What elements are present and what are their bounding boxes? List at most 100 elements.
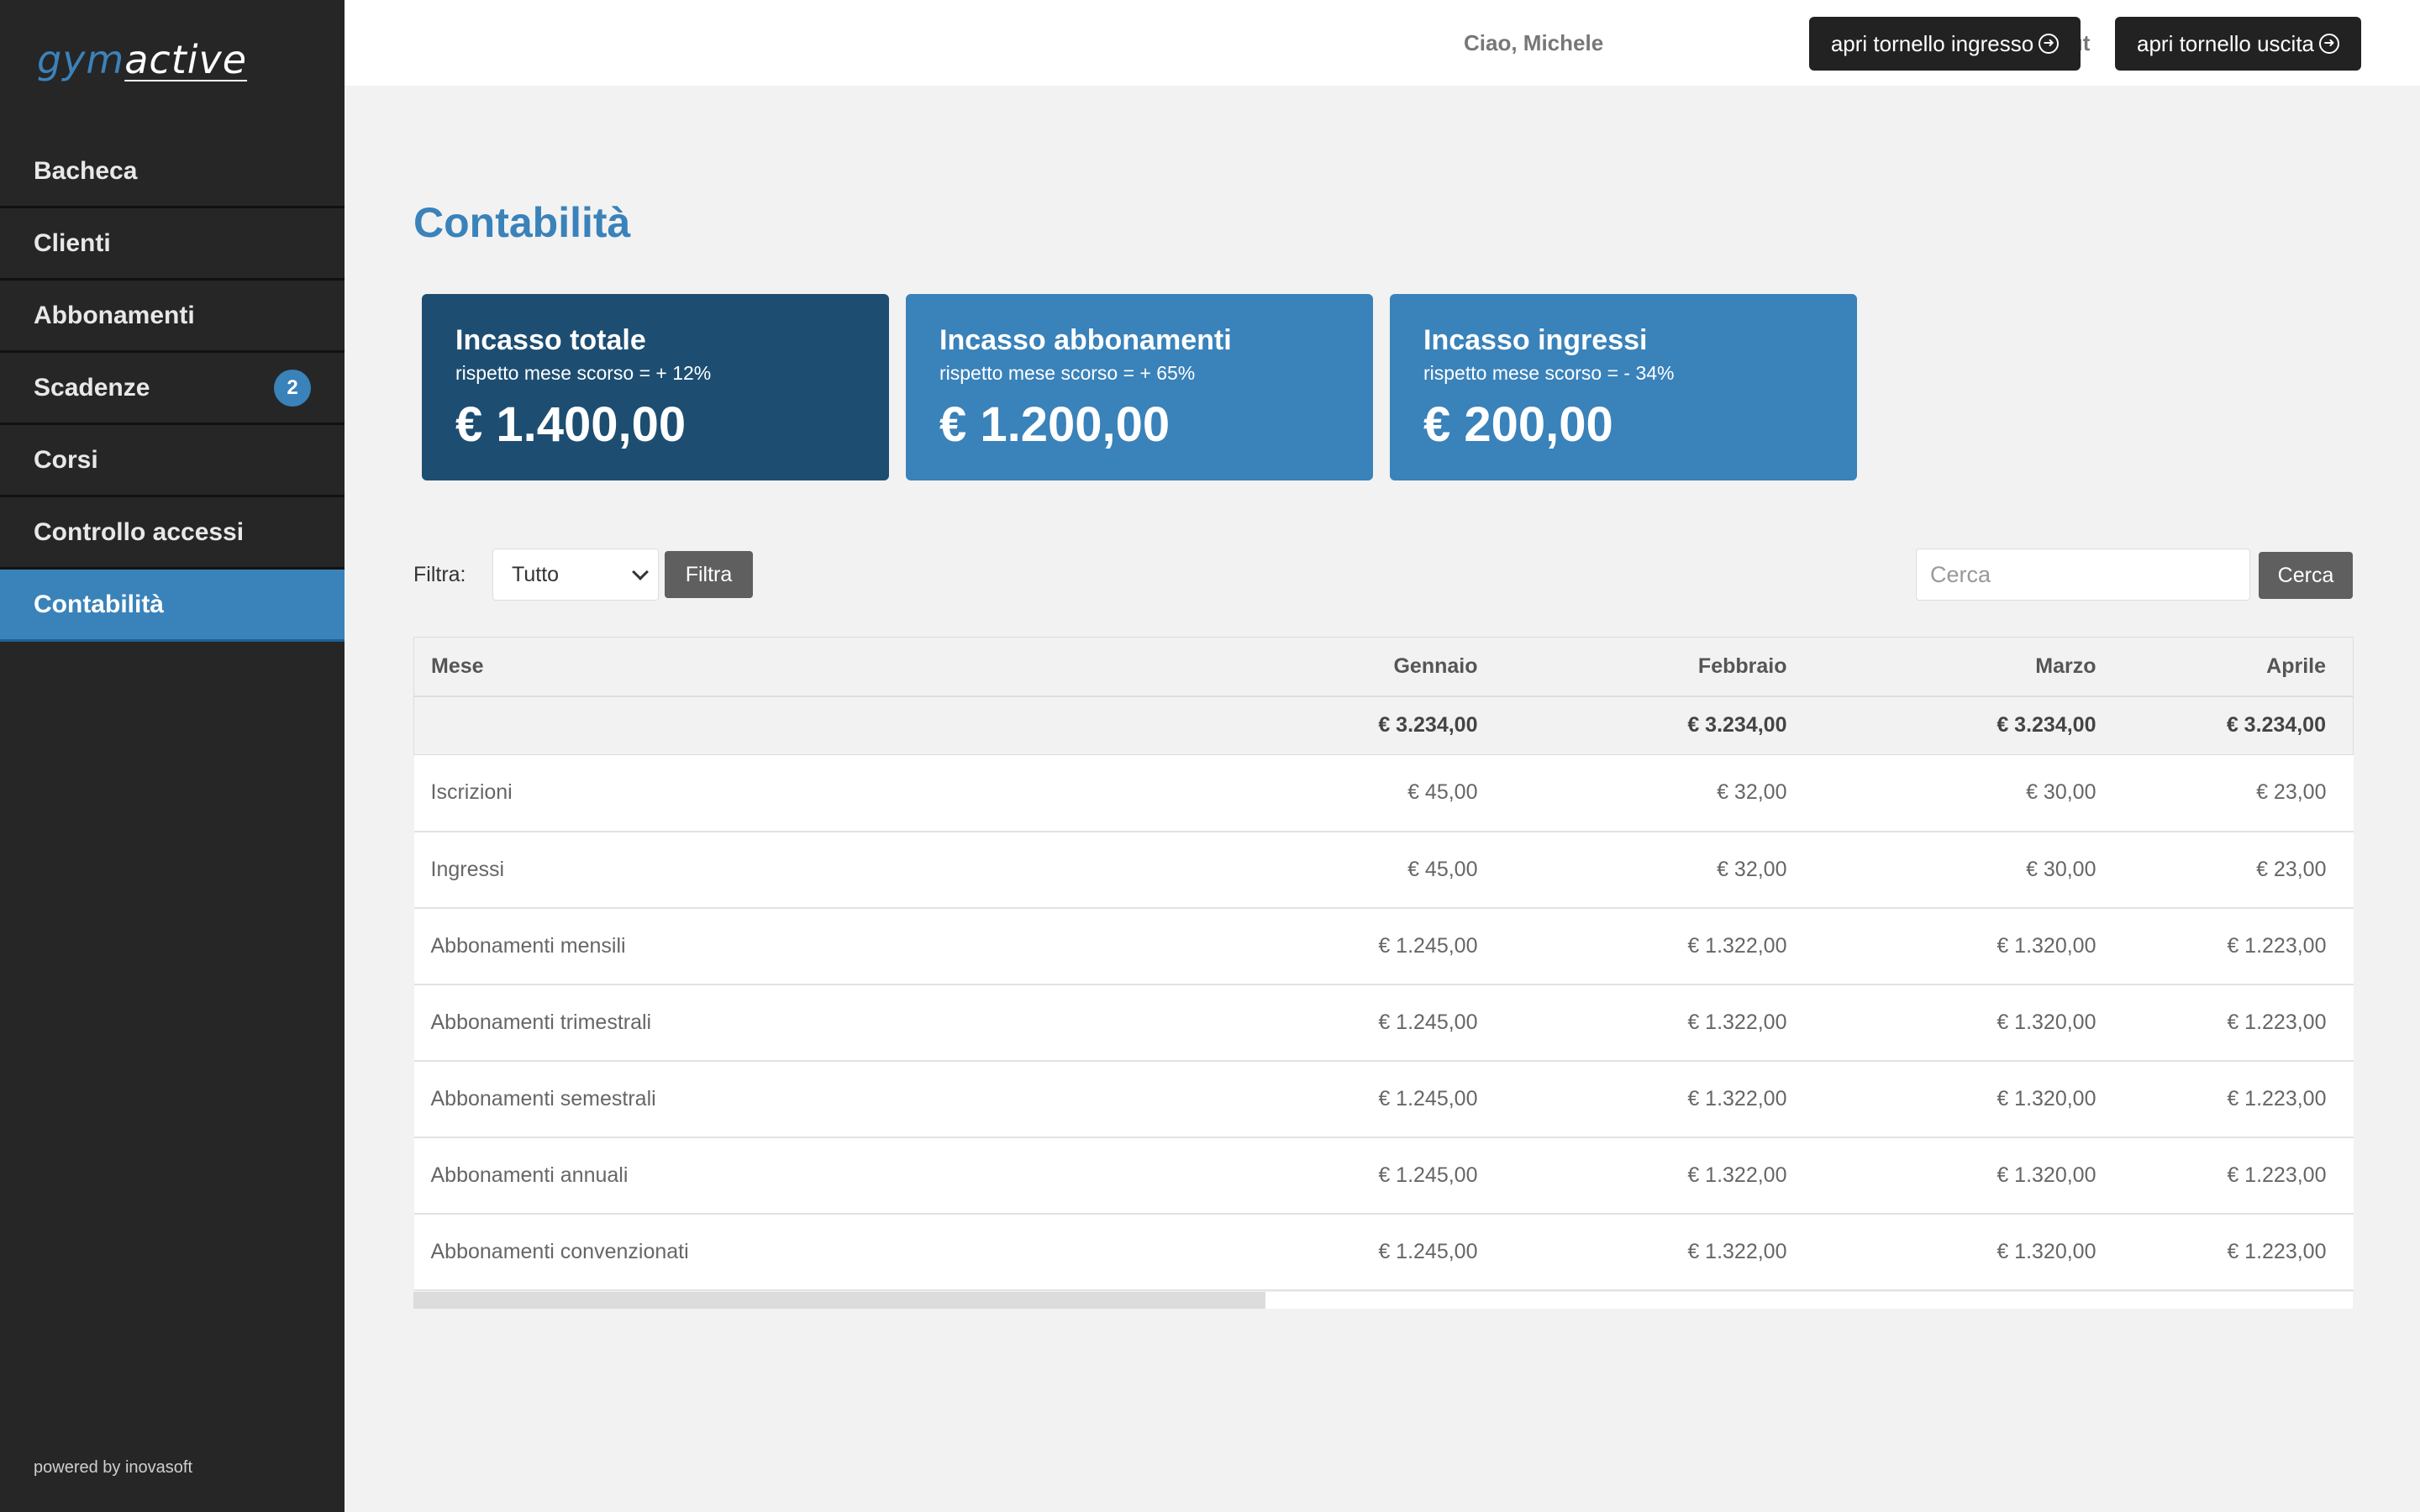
sidebar-item-bacheca[interactable]: Bacheca (0, 136, 345, 208)
sidebar-item-contabilita[interactable]: Contabilità (0, 570, 345, 642)
table-cell: € 1.223,00 (2227, 1086, 2327, 1110)
card-incasso-totale: Incasso totale rispetto mese scorso = + … (422, 294, 889, 480)
table-cell: Abbonamenti trimestrali (430, 1010, 652, 1034)
sidebar-item-label: Scadenze (34, 373, 150, 402)
table-cell: Abbonamenti mensili (430, 933, 626, 958)
column-header[interactable]: Mese (414, 638, 1181, 696)
column-header[interactable]: Gennaio (1181, 638, 1505, 696)
table-row: Abbonamenti semestrali € 1.245,00 € 1.32… (413, 1060, 2354, 1137)
table-cell: € 32,00 (1717, 780, 1787, 805)
table-cell: € 1.322,00 (1687, 1239, 1787, 1263)
table-cell: € 3.234,00 (2226, 713, 2326, 738)
table-cell: € 1.245,00 (1378, 1010, 1478, 1034)
logo-text-active: active (124, 37, 248, 82)
table-cell: € 1.245,00 (1378, 933, 1478, 958)
card-subtitle: rispetto mese scorso = + 65% (939, 362, 1196, 384)
column-header[interactable]: Febbraio (1505, 638, 1814, 696)
filter-selected-value: Tutto (512, 562, 560, 586)
scrollbar-thumb[interactable] (413, 1292, 1265, 1309)
table-cell: Abbonamenti semestrali (430, 1086, 656, 1110)
arrow-right-circle-icon: ➜ (2319, 34, 2339, 54)
chevron-down-icon (632, 564, 649, 580)
accounting-table: Mese Gennaio Febbraio Marzo Aprile € 3.2… (413, 637, 2354, 1291)
table-cell: € 45,00 (1407, 780, 1478, 805)
card-incasso-abbonamenti: Incasso abbonamenti rispetto mese scorso… (906, 294, 1373, 480)
sidebar-nav: Bacheca Clienti Abbonamenti Scadenze 2 C… (0, 136, 345, 642)
card-amount: € 1.400,00 (455, 397, 687, 452)
sidebar-item-clienti[interactable]: Clienti (0, 208, 345, 281)
table-cell (414, 696, 1181, 755)
sidebar-item-label: Corsi (34, 445, 98, 474)
scadenze-count-badge: 2 (274, 369, 311, 407)
card-title: Incasso totale (455, 324, 646, 356)
table-cell: € 30,00 (2026, 857, 2096, 881)
table-cell: € 1.320,00 (1996, 1239, 2096, 1263)
filter-select[interactable]: Tutto (492, 549, 659, 601)
table-cell: € 1.223,00 (2227, 1163, 2327, 1187)
table-cell: € 1.245,00 (1378, 1086, 1478, 1110)
sidebar-item-label: Contabilità (34, 590, 164, 618)
table-row: Abbonamenti annuali € 1.245,00 € 1.322,0… (413, 1137, 2354, 1214)
table-cell: € 1.322,00 (1687, 1010, 1787, 1034)
sidebar-item-abbonamenti[interactable]: Abbonamenti (0, 281, 345, 353)
page-title: Contabilità (413, 199, 631, 246)
table-cell: € 1.320,00 (1996, 933, 2096, 958)
sidebar-item-scadenze[interactable]: Scadenze 2 (0, 353, 345, 425)
table-cell: € 1.245,00 (1378, 1163, 1478, 1187)
sidebar-item-label: Clienti (34, 228, 111, 257)
table-cell: € 1.322,00 (1687, 1163, 1787, 1187)
gymactive-logo[interactable]: gymactive (37, 37, 247, 82)
table-cell: Abbonamenti convenzionati (430, 1239, 689, 1263)
card-incasso-ingressi: Incasso ingressi rispetto mese scorso = … (1390, 294, 1857, 480)
table-cell: Abbonamenti annuali (430, 1163, 629, 1187)
table-cell: € 1.322,00 (1687, 933, 1787, 958)
table-cell: € 3.234,00 (1378, 713, 1478, 738)
table-cell: Iscrizioni (430, 780, 513, 805)
card-subtitle: rispetto mese scorso = + 12% (455, 362, 712, 384)
sidebar-item-label: Bacheca (34, 156, 138, 185)
entry-button-label: apri tornello ingresso (1830, 30, 2034, 56)
table-cell: € 1.322,00 (1687, 1086, 1787, 1110)
table-cell: € 3.234,00 (1687, 713, 1787, 738)
table-row: Abbonamenti trimestrali € 1.245,00 € 1.3… (413, 984, 2354, 1061)
sidebar-item-corsi[interactable]: Corsi (0, 425, 345, 497)
table-row: Ingressi € 45,00 € 32,00 € 30,00 € 23,00 (413, 831, 2354, 908)
filter-label: Filtra: (413, 563, 466, 586)
table-header-row: Mese Gennaio Febbraio Marzo Aprile (413, 637, 2354, 696)
table-cell: € 32,00 (1717, 857, 1787, 881)
table-row: Iscrizioni € 45,00 € 32,00 € 30,00 € 23,… (413, 754, 2354, 832)
table-cell: Ingressi (430, 857, 505, 881)
card-amount: € 200,00 (1423, 397, 1613, 452)
arrow-right-circle-icon: ➜ (2039, 34, 2060, 54)
top-header: Ciao, Michele logout apri tornello ingre… (345, 0, 2420, 86)
sidebar: gymactive Bacheca Clienti Abbonamenti Sc… (0, 0, 345, 1512)
sidebar-item-label: Abbonamenti (34, 301, 195, 329)
open-exit-turnstile-button[interactable]: apri tornello uscita ➜ (2115, 17, 2361, 71)
table-row: Abbonamenti mensili € 1.245,00 € 1.322,0… (413, 907, 2354, 984)
accounting-table-container: Mese Gennaio Febbraio Marzo Aprile € 3.2… (413, 637, 2354, 1291)
table-cell: € 1.320,00 (1996, 1010, 2096, 1034)
table-cell: € 1.320,00 (1996, 1086, 2096, 1110)
table-cell: € 23,00 (2256, 857, 2327, 881)
open-entry-turnstile-button[interactable]: apri tornello ingresso ➜ (1809, 17, 2081, 71)
table-cell: € 1.245,00 (1378, 1239, 1478, 1263)
column-header[interactable]: Aprile (2123, 638, 2354, 696)
table-cell: € 30,00 (2026, 780, 2096, 805)
logo-text-gym: gym (37, 37, 125, 82)
card-amount: € 1.200,00 (939, 397, 1171, 452)
sidebar-item-controllo-accessi[interactable]: Controllo accessi (0, 497, 345, 570)
powered-by-footer: powered by inovasoft (34, 1458, 193, 1477)
filter-button[interactable]: Filtra (665, 551, 753, 598)
card-title: Incasso abbonamenti (939, 324, 1232, 356)
table-cell: € 45,00 (1407, 857, 1478, 881)
card-subtitle: rispetto mese scorso = - 34% (1423, 362, 1675, 384)
table-cell: € 23,00 (2256, 780, 2327, 805)
user-greeting: Ciao, Michele (1464, 30, 1604, 55)
search-input[interactable] (1916, 549, 2250, 601)
horizontal-scrollbar[interactable] (413, 1292, 2353, 1309)
table-cell: € 1.223,00 (2227, 1239, 2327, 1263)
search-button[interactable]: Cerca (2259, 552, 2353, 599)
table-row: Abbonamenti convenzionati € 1.245,00 € 1… (413, 1213, 2354, 1290)
totals-row: € 3.234,00 € 3.234,00 € 3.234,00 € 3.234… (413, 696, 2354, 755)
column-header[interactable]: Marzo (1814, 638, 2123, 696)
